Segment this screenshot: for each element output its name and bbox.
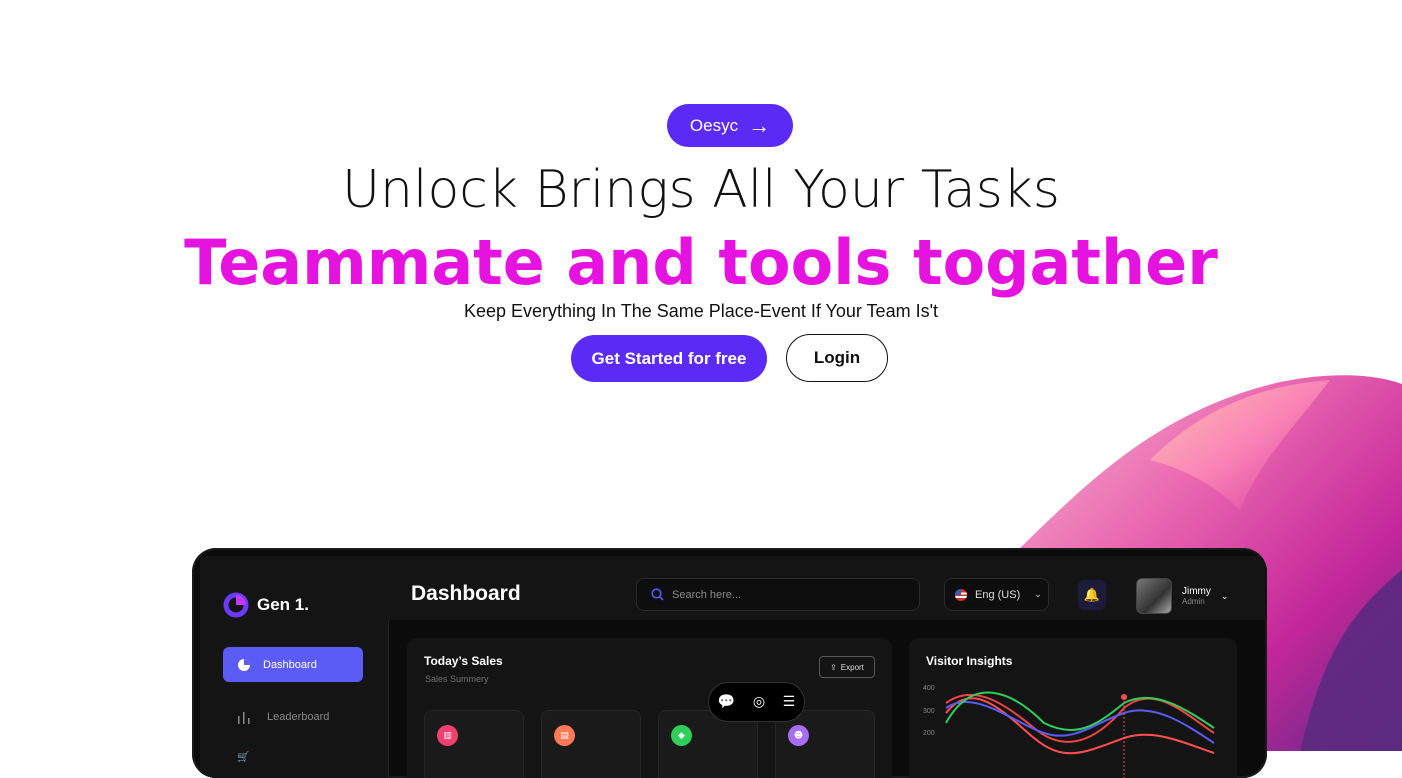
card-title: Visitor Insights [926,654,1013,668]
stat-icon: ◆ [671,725,692,746]
login-button[interactable]: Login [786,334,888,382]
us-flag-icon [955,588,967,601]
y-axis-label: 200 [923,730,935,737]
badge-button[interactable]: Oesyc → [667,104,793,147]
export-button[interactable]: ⇪ Export [819,656,875,678]
dashboard-title: Dashboard [411,582,521,605]
logo-text: Gen 1. [257,595,309,614]
stat-icon: ▥ [437,725,458,746]
hero-highlight: Teammate and tools togather [184,226,1218,299]
nav-item-label: Dashboard [263,658,317,671]
dashboard-sidebar: Gen 1. Dashboard Leaderboard 🛒 [200,556,389,778]
nav-item-label: Leaderboard [267,711,330,723]
card-title: Today’s Sales [424,654,503,668]
dashboard-logo: Gen 1. [223,592,309,618]
stat-card: ▥ [424,710,524,778]
card-subtitle: Sales Summery [425,674,489,684]
y-axis-label: 400 [923,685,935,692]
bar-chart-icon [238,712,250,724]
chevron-down-icon: ⌄ [1034,589,1042,599]
stat-icon: ▤ [554,725,575,746]
search-input[interactable]: Search here... [636,578,920,611]
stat-card: ▤ [541,710,641,778]
user-menu[interactable]: Jimmy Admin ⌄ [1136,578,1228,614]
badge-label: Oesyc [689,115,739,135]
avatar [1136,578,1172,614]
toggle-icon[interactable]: ◎ [753,694,765,710]
hero-subheadline: Keep Everything In The Same Place-Event … [463,301,939,321]
y-axis-label: 300 [923,708,935,715]
hero-headline: Unlock Brings All Your Tasks [341,160,1061,220]
logo-icon [223,592,249,618]
visitor-line-chart [945,691,1215,778]
cart-icon[interactable]: 🛒 [237,752,249,763]
visitor-insights-card: Visitor Insights 400 300 200 [909,638,1237,778]
floating-toolbar: 💬 ◎ ☰ [708,682,805,722]
comment-icon[interactable]: 💬 [718,694,735,710]
user-name: Jimmy [1182,586,1211,597]
dashboard-header: Dashboard Search here... Eng (US) ⌄ 🔔 Ji… [388,556,1267,620]
language-select[interactable]: Eng (US) ⌄ [944,578,1049,611]
pie-chart-icon [238,658,250,671]
user-role: Admin [1182,597,1205,606]
dashboard-preview: Gen 1. Dashboard Leaderboard 🛒 Dashboard… [192,548,1267,778]
arrow-right-icon: → [748,112,771,138]
export-label: Export [840,662,864,672]
upload-icon: ⇪ [830,662,837,672]
language-label: Eng (US) [975,588,1021,601]
nav-item-leaderboard[interactable]: Leaderboard [237,710,329,724]
get-started-button[interactable]: Get Started for free [571,335,767,382]
search-placeholder: Search here... [672,588,742,601]
chevron-down-icon: ⌄ [1220,590,1229,601]
todays-sales-card: Today’s Sales Sales Summery ⇪ Export ▥ ▤… [407,638,892,778]
stat-icon: ☻ [788,725,809,746]
nav-item-dashboard[interactable]: Dashboard [223,647,363,682]
menu-icon[interactable]: ☰ [783,694,796,710]
notification-bell-icon[interactable]: 🔔 [1078,580,1106,610]
search-icon [651,588,664,601]
